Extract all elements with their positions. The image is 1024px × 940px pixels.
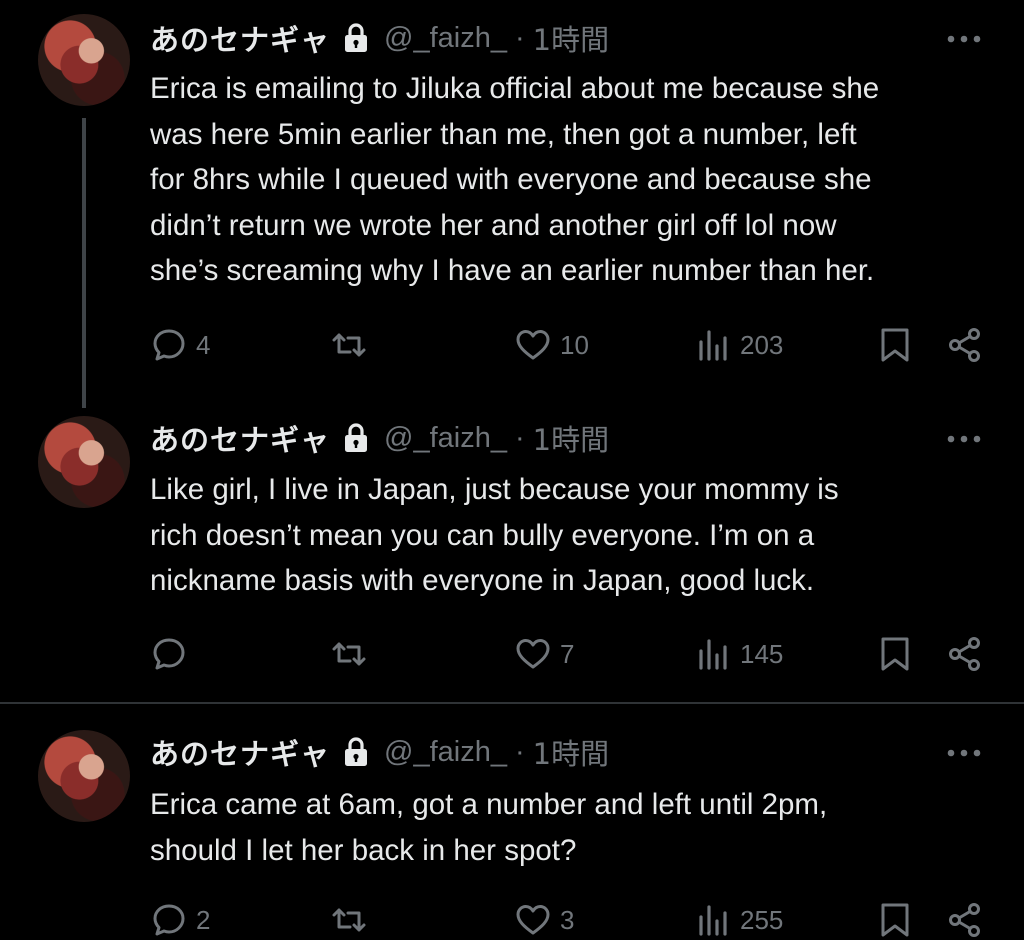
reply-count: 2 (196, 904, 211, 935)
reply-button[interactable]: 4 (150, 325, 210, 365)
views-icon (699, 639, 727, 670)
bookmark-button[interactable] (876, 325, 914, 365)
retweet-button[interactable] (330, 900, 376, 940)
bookmark-button[interactable] (876, 900, 914, 940)
tweet-header: あのセナギャ @_faizh_ · 1時間 (150, 18, 609, 58)
views-button[interactable]: 255 (694, 900, 783, 940)
retweet-icon (332, 333, 366, 357)
share-icon (949, 328, 980, 362)
bookmark-icon (881, 328, 909, 362)
tweet-header: あのセナギャ @_faizh_ · 1時間 (150, 418, 609, 458)
action-bar: 7 145 (0, 634, 1024, 674)
heart-icon (516, 330, 550, 360)
separator: · (514, 735, 525, 768)
tweet[interactable]: あのセナギャ @_faizh_ · 1時間 Erica is emailing … (0, 0, 1024, 400)
tweet[interactable]: あのセナギャ @_faizh_ · 1時間 Like girl, I live … (0, 400, 1024, 702)
handle[interactable]: @_faizh_ (384, 422, 507, 455)
share-icon (949, 637, 980, 671)
more-icon[interactable] (946, 434, 982, 444)
retweet-button[interactable] (330, 325, 376, 365)
action-bar: 4 10 203 (0, 325, 1024, 365)
reply-icon (153, 904, 185, 936)
display-name[interactable]: あのセナギャ (150, 731, 330, 773)
share-button[interactable] (946, 634, 984, 674)
views-button[interactable]: 203 (694, 325, 783, 365)
timestamp[interactable]: 1時間 (533, 731, 609, 773)
avatar[interactable] (38, 416, 130, 508)
avatar[interactable] (38, 14, 130, 106)
tweet-header: あのセナギャ @_faizh_ · 1時間 (150, 732, 609, 772)
like-count: 3 (560, 904, 575, 935)
handle[interactable]: @_faizh_ (384, 22, 507, 55)
share-button[interactable] (946, 325, 984, 365)
lock-icon (345, 737, 368, 766)
timestamp[interactable]: 1時間 (533, 417, 609, 459)
view-count: 203 (740, 329, 784, 360)
views-icon (699, 905, 727, 936)
handle[interactable]: @_faizh_ (384, 736, 507, 769)
view-count: 145 (740, 638, 784, 669)
view-count: 255 (740, 904, 784, 935)
separator: · (514, 421, 525, 454)
reply-icon (153, 329, 185, 361)
reply-button[interactable] (150, 634, 196, 674)
display-name[interactable]: あのセナギャ (150, 17, 330, 59)
share-button[interactable] (946, 900, 984, 940)
bookmark-icon (881, 637, 909, 671)
timestamp[interactable]: 1時間 (533, 17, 609, 59)
views-button[interactable]: 145 (694, 634, 783, 674)
tweet-text: Erica came at 6am, got a number and left… (150, 788, 828, 867)
reply-icon (153, 638, 185, 670)
retweet-icon (332, 908, 366, 932)
retweet-icon (332, 642, 366, 666)
heart-icon (516, 639, 550, 669)
avatar[interactable] (38, 730, 130, 822)
like-button[interactable]: 10 (514, 325, 589, 365)
tweet[interactable]: あのセナギャ @_faizh_ · 1時間 Erica came at 6am,… (0, 704, 1024, 937)
tweet-text: Erica is emailing to Jiluka official abo… (150, 72, 880, 287)
heart-icon (516, 905, 550, 935)
views-icon (699, 330, 727, 361)
action-bar: 2 3 255 (0, 900, 1024, 940)
lock-icon (345, 423, 368, 452)
like-button[interactable]: 3 (514, 900, 574, 940)
display-name[interactable]: あのセナギャ (150, 417, 330, 459)
tweet-text: Like girl, I live in Japan, just because… (150, 473, 839, 597)
like-count: 10 (560, 329, 589, 360)
like-button[interactable]: 7 (514, 634, 574, 674)
more-icon[interactable] (946, 748, 982, 758)
reply-button[interactable]: 2 (150, 900, 210, 940)
bookmark-button[interactable] (876, 634, 914, 674)
reply-count: 4 (196, 329, 211, 360)
bookmark-icon (881, 903, 909, 937)
lock-icon (345, 23, 368, 52)
retweet-button[interactable] (330, 634, 376, 674)
more-icon[interactable] (946, 34, 982, 44)
separator: · (514, 21, 525, 54)
share-icon (949, 903, 980, 937)
like-count: 7 (560, 638, 575, 669)
